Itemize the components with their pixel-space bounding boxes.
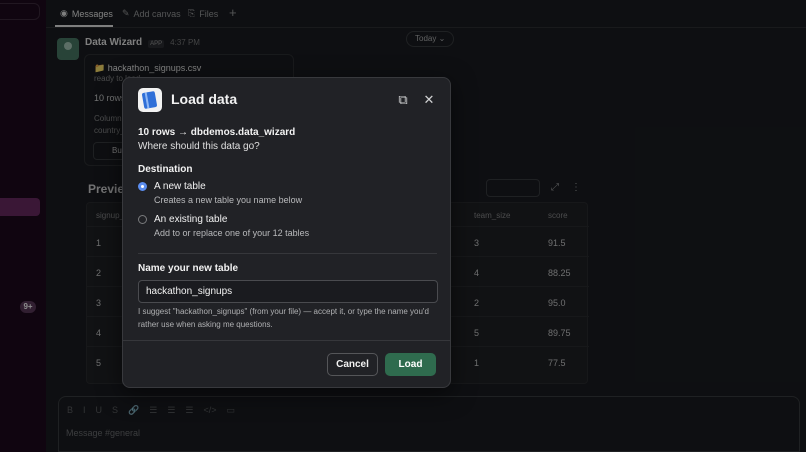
- footer-divider: [123, 340, 450, 341]
- destination-question: Where should this data go?: [138, 141, 260, 152]
- load-data-dialog: Load data ⧉ ✕ 10 rows → dbdemos.data_wiz…: [122, 77, 451, 388]
- option-new-table-title[interactable]: A new table: [154, 181, 206, 192]
- radio-existing-table[interactable]: [138, 215, 147, 224]
- section-divider: [138, 253, 437, 254]
- destination-label: Destination: [138, 164, 193, 175]
- close-icon[interactable]: ✕: [419, 90, 439, 110]
- load-button[interactable]: Load: [385, 353, 436, 376]
- option-new-table-desc: Creates a new table you name below: [154, 195, 303, 205]
- radio-new-table[interactable]: [138, 182, 147, 191]
- table-name-hint: I suggest "hackathon_signups" (from your…: [138, 307, 429, 329]
- option-existing-table-title[interactable]: An existing table: [154, 214, 227, 225]
- dialog-title: Load data: [171, 91, 238, 107]
- table-name-input[interactable]: [138, 280, 438, 303]
- table-name-label: Name your new table: [138, 263, 239, 274]
- popout-icon[interactable]: ⧉: [393, 90, 413, 110]
- data-wizard-logo: [138, 88, 162, 112]
- cancel-button[interactable]: Cancel: [327, 353, 378, 376]
- option-existing-table-desc: Add to or replace one of your 12 tables: [154, 228, 310, 238]
- row-summary: 10 rows → dbdemos.data_wizard: [138, 127, 296, 138]
